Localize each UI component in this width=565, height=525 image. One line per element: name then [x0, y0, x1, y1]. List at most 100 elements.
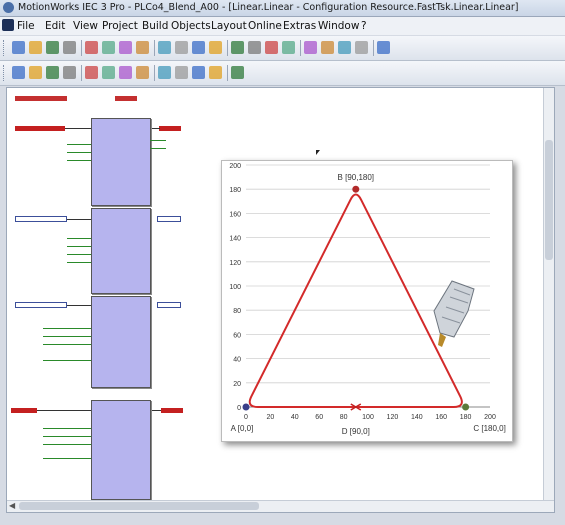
wire: [67, 238, 91, 239]
menu-online[interactable]: Online: [248, 20, 282, 32]
run-icon[interactable]: [136, 66, 149, 79]
x-tick-label: 140: [411, 414, 423, 421]
y-tick-label: 60: [233, 332, 241, 339]
wire: [43, 344, 91, 345]
trajectory-line: [248, 193, 463, 408]
menu-view[interactable]: View: [73, 20, 98, 32]
layout-icon[interactable]: [209, 41, 222, 54]
grid-icon[interactable]: [304, 41, 317, 54]
page-icon[interactable]: [338, 41, 351, 54]
undo-icon[interactable]: [136, 41, 149, 54]
prev-icon[interactable]: [355, 41, 368, 54]
function-block[interactable]: [91, 296, 151, 388]
menu-objects[interactable]: Objects: [171, 20, 211, 32]
monitor-icon[interactable]: [248, 41, 261, 54]
scroll-left-icon[interactable]: ◀: [9, 501, 15, 510]
stop-icon[interactable]: [158, 66, 171, 79]
wire: [37, 410, 91, 411]
x-tick-label: 40: [291, 414, 299, 421]
cut-icon[interactable]: [85, 41, 98, 54]
comment-icon[interactable]: [119, 66, 132, 79]
settings-icon[interactable]: [321, 41, 334, 54]
open-icon[interactable]: [29, 41, 42, 54]
menu-file[interactable]: File: [17, 20, 35, 32]
debug-icon[interactable]: [175, 66, 188, 79]
trajectory-chart: 0 20 40 60 80 100 120 140 160 180 200 0 20 40 60 80 100 1…: [229, 163, 506, 436]
menu-extras[interactable]: Extras: [283, 20, 316, 32]
zoom-out-icon[interactable]: [175, 41, 188, 54]
wire: [43, 444, 91, 445]
toolbar-separator: [154, 65, 155, 81]
x-tick-label: 20: [267, 414, 275, 421]
wire: [43, 458, 91, 459]
function-block[interactable]: [91, 208, 151, 294]
wire: [67, 246, 91, 247]
wire: [43, 336, 91, 337]
input-variable-tag[interactable]: [11, 408, 37, 413]
close-icon[interactable]: [282, 41, 295, 54]
waypoint-label: B [90,180]: [338, 173, 374, 182]
menu-build[interactable]: Build: [142, 20, 168, 32]
print-icon[interactable]: [63, 41, 76, 54]
variable-tag[interactable]: [115, 96, 137, 101]
copy-icon[interactable]: [102, 41, 115, 54]
block-icon[interactable]: [85, 66, 98, 79]
scroll-thumb[interactable]: [19, 502, 259, 510]
window-icon[interactable]: [192, 41, 205, 54]
output-variable-tag[interactable]: [157, 216, 181, 222]
output-variable-tag[interactable]: [157, 302, 181, 308]
pencil-icon[interactable]: [231, 41, 244, 54]
function-block[interactable]: [91, 400, 151, 500]
output-variable-tag[interactable]: [161, 408, 183, 413]
watch-icon[interactable]: [209, 66, 222, 79]
wire: [67, 219, 91, 220]
gear-icon[interactable]: [265, 41, 278, 54]
align-icon[interactable]: [231, 66, 244, 79]
y-tick-label: 140: [229, 236, 241, 243]
toolbar-separator: [81, 40, 82, 56]
variable-tag[interactable]: [15, 96, 67, 101]
menu-project[interactable]: Project: [102, 20, 138, 32]
wire: [150, 140, 166, 141]
output-variable-tag[interactable]: [159, 126, 181, 131]
next-icon[interactable]: [377, 41, 390, 54]
input-variable-tag[interactable]: [15, 302, 67, 308]
new-icon[interactable]: [12, 41, 25, 54]
select-icon[interactable]: [12, 66, 25, 79]
x-tick-label: 180: [460, 414, 472, 421]
horizontal-scrollbar[interactable]: ◀: [7, 500, 554, 512]
connect-icon[interactable]: [46, 66, 59, 79]
step-icon[interactable]: [192, 66, 205, 79]
menu-layout[interactable]: Layout: [211, 20, 247, 32]
x-tick-label: 80: [340, 414, 348, 421]
x-tick-label: 0: [244, 414, 248, 421]
toolbar-grip[interactable]: [3, 40, 7, 56]
vertical-scrollbar[interactable]: [543, 88, 554, 500]
input-variable-tag[interactable]: [15, 126, 65, 131]
zoom-in-icon[interactable]: [158, 41, 171, 54]
y-tick-label: 100: [229, 284, 241, 291]
y-tick-label: 20: [233, 381, 241, 388]
toolbar-grip[interactable]: [3, 65, 7, 81]
wire: [67, 160, 91, 161]
wire: [150, 410, 161, 411]
x-tick-label: 160: [435, 414, 447, 421]
waypoint-label: D [90,0]: [342, 427, 370, 436]
menu-help[interactable]: ?: [361, 20, 367, 32]
var-icon[interactable]: [102, 66, 115, 79]
menu-window[interactable]: Window: [318, 20, 359, 32]
wire: [65, 128, 91, 129]
tool-head-icon: [433, 280, 475, 347]
input-variable-tag[interactable]: [15, 216, 67, 222]
y-tick-label: 40: [233, 357, 241, 364]
save-icon[interactable]: [46, 41, 59, 54]
document-icon[interactable]: [2, 19, 14, 31]
pointer-icon[interactable]: [29, 66, 42, 79]
menu-edit[interactable]: Edit: [45, 20, 65, 32]
scroll-thumb[interactable]: [545, 140, 553, 260]
wire: [67, 144, 91, 145]
app-icon: [3, 2, 14, 13]
fb-icon[interactable]: [63, 66, 76, 79]
paste-icon[interactable]: [119, 41, 132, 54]
function-block[interactable]: [91, 118, 151, 206]
